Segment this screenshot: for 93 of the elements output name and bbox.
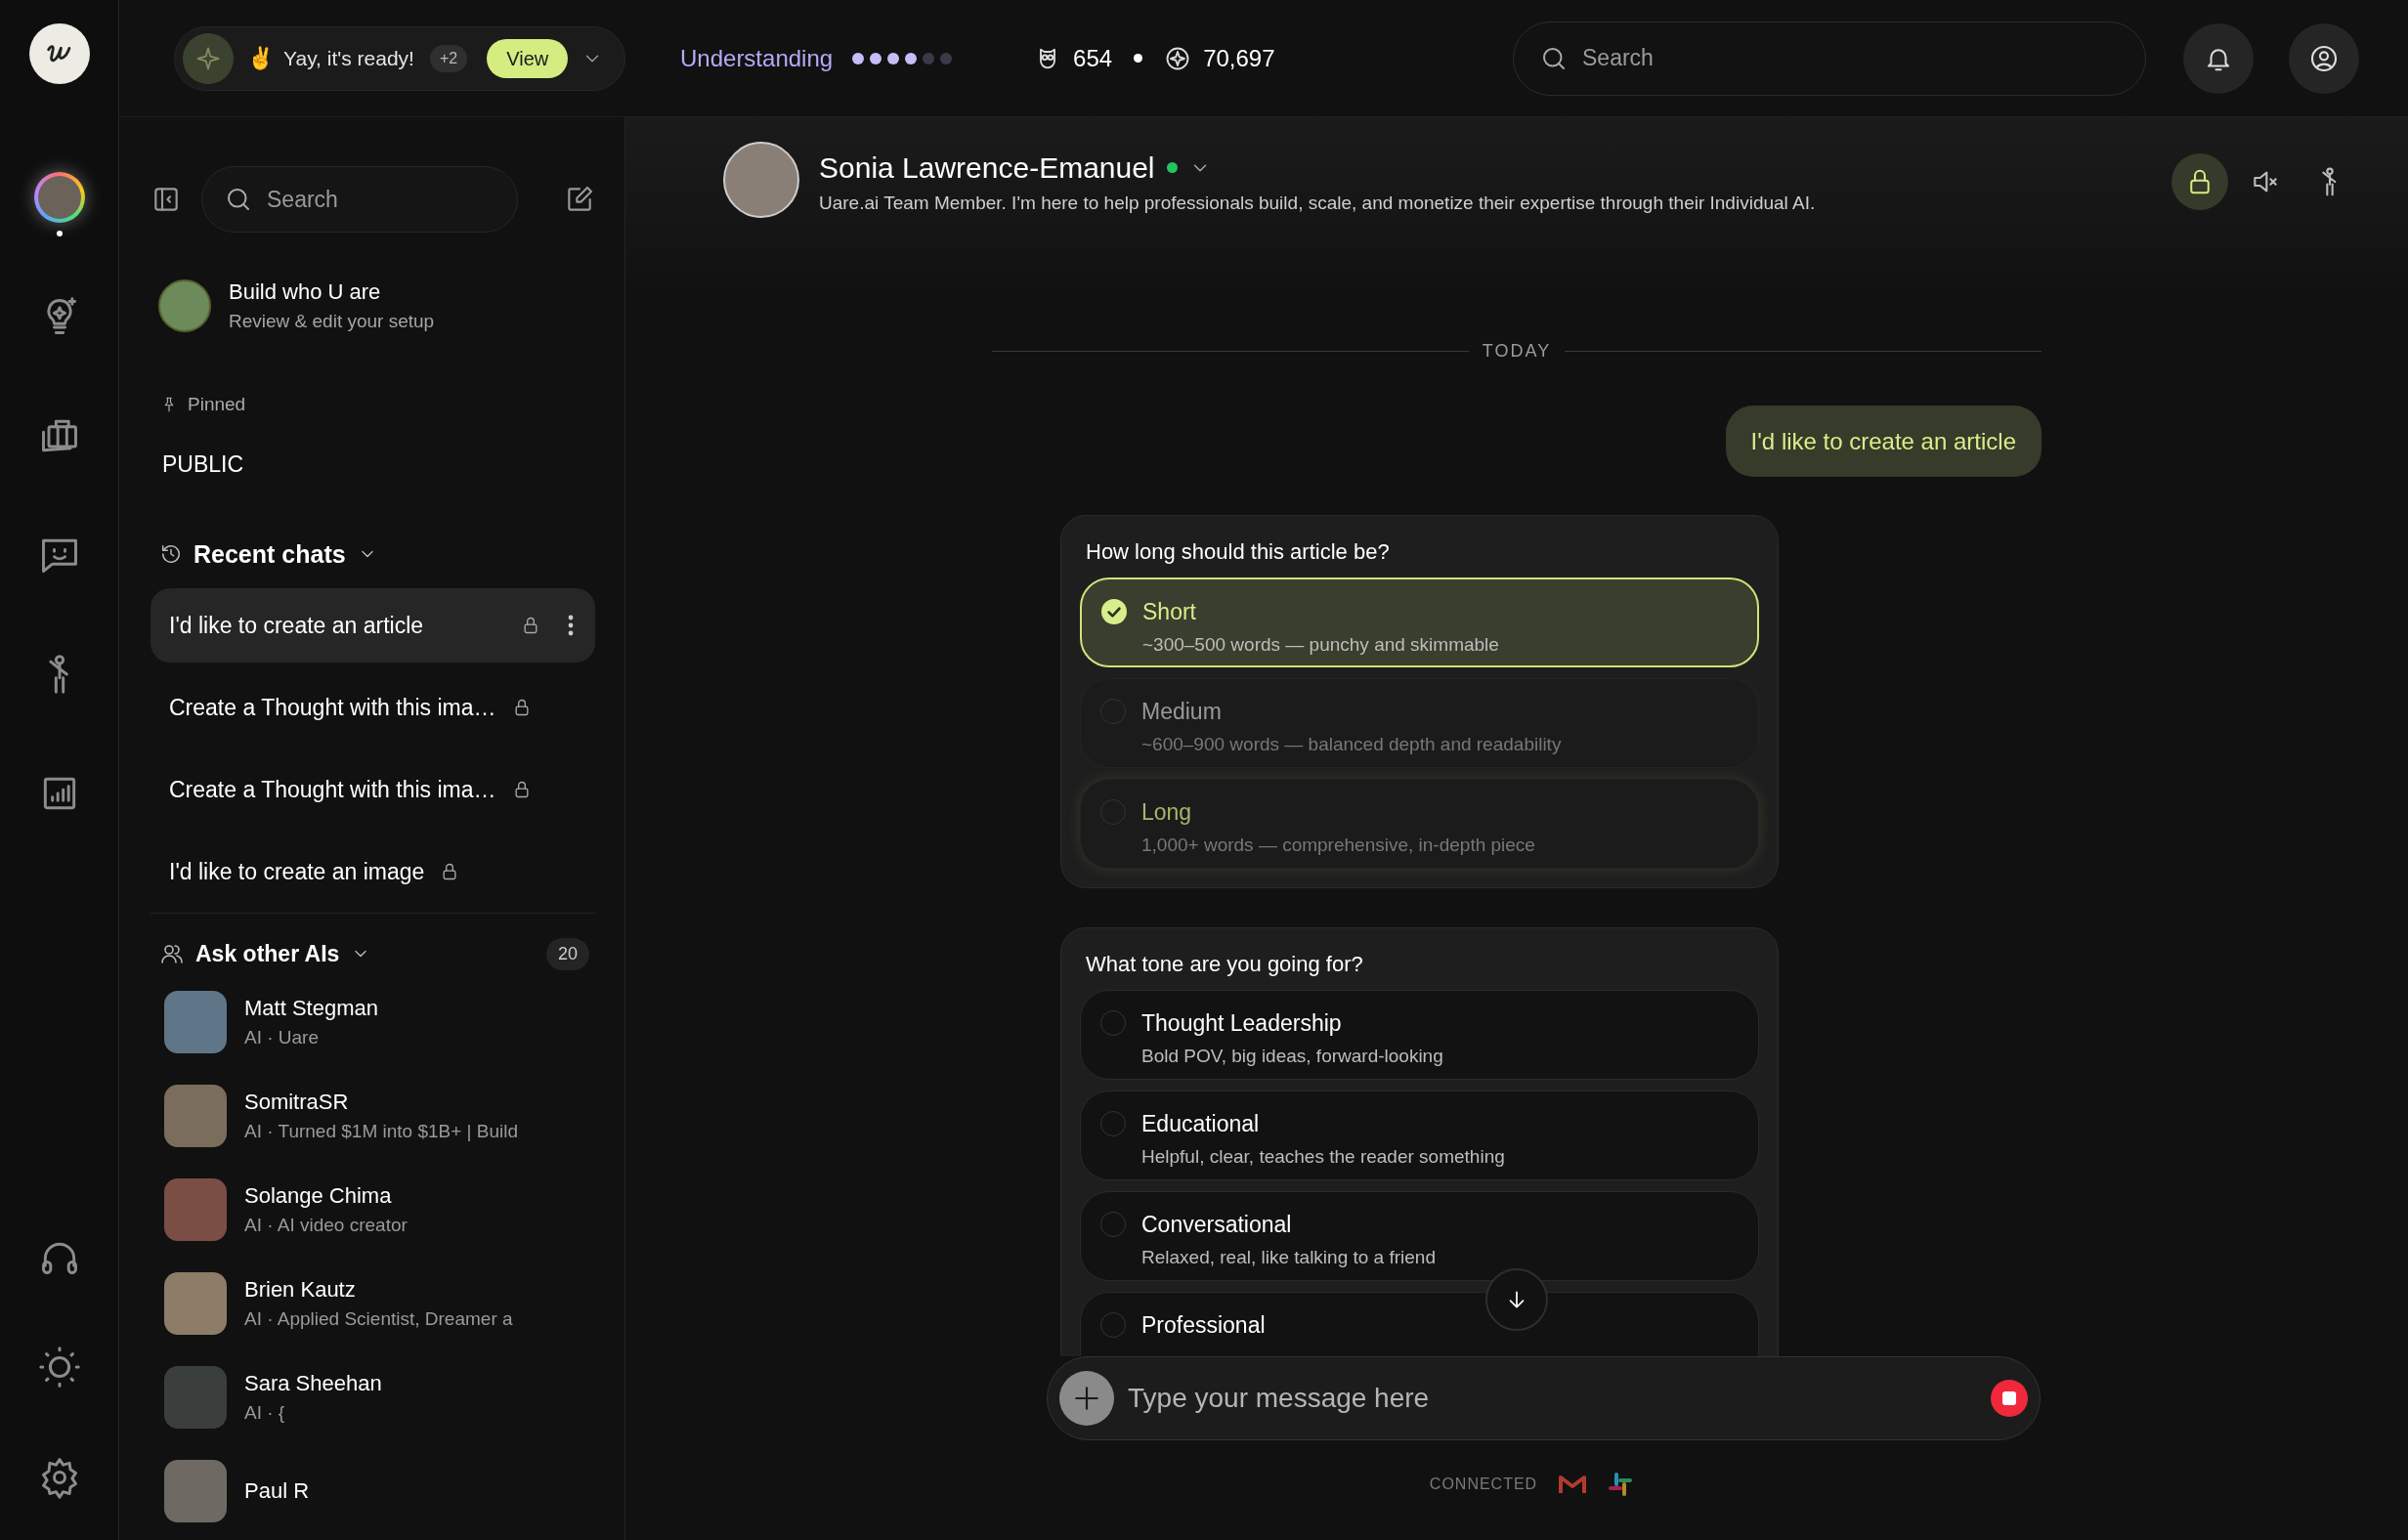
stop-button[interactable] [1991, 1380, 2028, 1417]
question-text: What tone are you going for? [1086, 951, 1364, 978]
avatar-placeholder [164, 990, 227, 1053]
option-label: Educational [1141, 1110, 1261, 1138]
contact-subtitle: AI · Applied Scientist, Dreamer a [244, 1306, 513, 1331]
pinned-label: Pinned [188, 392, 246, 416]
message-composer[interactable]: Type your message here [1047, 1356, 2041, 1440]
avatar-placeholder [164, 1177, 227, 1241]
option-label: Medium [1141, 698, 1223, 726]
theme-button[interactable] [36, 1345, 82, 1390]
answer-option[interactable]: Thought Leadership Bold POV, big ideas, forward-looking [1080, 990, 1759, 1080]
date-divider: TODAY [1482, 340, 1552, 363]
agent-description: Uare.ai Team Member. I'm here to help professionals build, scale, and monetize their expertise through their Individual AI. [819, 192, 1816, 215]
answer-option[interactable]: Medium ~600–900 words — balanced depth and readability [1080, 678, 1759, 768]
chat-title: I'd like to create an image [169, 857, 425, 886]
setup-subtitle: Review & edit your setup [229, 310, 435, 333]
history-icon [160, 543, 182, 566]
option-description: Helpful, clear, teaches the reader something [1141, 1144, 1505, 1169]
sidebar-search-field[interactable]: Search [201, 166, 518, 233]
message-input[interactable]: Type your message here [1128, 1378, 1991, 1419]
stat-value: 70,697 [1203, 43, 1275, 73]
option-label: Short [1142, 598, 1197, 626]
contact-subtitle: AI · { [244, 1400, 286, 1425]
contact-name: Matt Stegman [244, 994, 378, 1022]
chat-title: Create a Thought with this ima… [169, 693, 496, 722]
ai-contact[interactable]: Sara Sheehan AI · { [164, 1365, 595, 1429]
ai-contact[interactable]: SomitraSR AI · Turned $1M into $1B+ | Build [164, 1084, 595, 1147]
profile-avatar[interactable] [33, 172, 85, 223]
stop-icon [2002, 1391, 2016, 1405]
chat-item[interactable]: Create a Thought with this ima… [150, 670, 595, 745]
chat-item[interactable]: Create a Thought with this ima… [150, 752, 595, 827]
search-field[interactable]: Search [1513, 21, 2146, 96]
avatar-placeholder [164, 1365, 227, 1429]
user-message-bubble: I'd like to create an article [1725, 406, 2042, 477]
ai-contact[interactable]: Matt Stegman AI · Uare [164, 990, 595, 1053]
active-indicator [56, 231, 63, 236]
answer-option[interactable]: Conversational Relaxed, real, like talking to a friend [1080, 1191, 1759, 1281]
option-description: 1,000+ words — comprehensive, in-depth piece [1141, 833, 1535, 857]
option-label: Long [1141, 798, 1193, 827]
view-button[interactable]: View [487, 38, 569, 78]
contact-name: Solange Chima [244, 1181, 393, 1210]
stat-value: 654 [1073, 43, 1113, 73]
option-label: Thought Leadership [1141, 1009, 1343, 1038]
sidebar-search-input[interactable]: Search [267, 182, 462, 217]
search-input[interactable]: Search [1582, 41, 2120, 75]
agent-name: Sonia Lawrence-Emanuel [819, 150, 1155, 186]
option-description: ~600–900 words — balanced depth and readability [1141, 732, 1562, 756]
check-circle-icon [1101, 599, 1127, 624]
question-text: How long should this article be? [1086, 538, 1391, 566]
chat-item[interactable]: I'd like to create an image [150, 834, 595, 909]
ai-contact[interactable]: Brien Kautz AI · Applied Scientist, Dreamer a [164, 1271, 595, 1335]
ai-contact[interactable]: Solange Chima AI · AI video creator [164, 1177, 595, 1241]
contact-subtitle: AI · Turned $1M into $1B+ | Build [244, 1119, 519, 1143]
chat-item[interactable]: I'd like to create an article [150, 588, 595, 663]
contact-name: Brien Kautz [244, 1275, 357, 1304]
setup-title[interactable]: Build who U are [229, 276, 435, 308]
mail-logo-icon [1559, 1474, 1587, 1495]
avatar-placeholder [164, 1459, 227, 1522]
ai-contact[interactable]: Paul R [164, 1459, 595, 1522]
answer-option[interactable]: Long 1,000+ words — comprehensive, in-depth piece [1080, 779, 1759, 869]
hash-logo-icon [1608, 1472, 1634, 1497]
option-label: Professional [1141, 1311, 1266, 1340]
contact-subtitle: AI · Uare [244, 1025, 321, 1049]
contact-name: Paul R [244, 1477, 310, 1505]
chat-title: Create a Thought with this ima… [169, 775, 496, 804]
option-description: Bold POV, big ideas, forward-looking [1141, 1044, 1443, 1068]
understanding-label: Understanding [680, 43, 834, 73]
option-label: Conversational [1141, 1211, 1293, 1239]
kebab-icon [568, 615, 574, 636]
notification-emoji: ✌ [247, 45, 274, 72]
option-description: ~300–500 words — punchy and skimmable [1142, 632, 1499, 657]
answer-option[interactable]: Professional [1080, 1292, 1759, 1356]
contact-name: Sara Sheehan [244, 1369, 382, 1397]
sun-icon [36, 1345, 82, 1390]
avatar-placeholder [164, 1271, 227, 1335]
notification-text: Yay, it's ready! [283, 45, 414, 71]
avatar-placeholder [164, 1084, 227, 1147]
contact-subtitle: AI · AI video creator [244, 1213, 408, 1237]
add-button[interactable] [1059, 1371, 1114, 1426]
more-button[interactable] [568, 615, 574, 636]
chat-title: I'd like to create an article [169, 611, 424, 640]
ask-other-ais-heading[interactable]: Ask other AIs [195, 937, 340, 971]
notification-count: +2 [429, 44, 468, 72]
answer-option[interactable]: Short ~300–500 words — punchy and skimmable [1080, 578, 1759, 667]
pinned-item[interactable]: PUBLIC [162, 448, 595, 482]
connected-label: CONNECTED [1429, 1475, 1538, 1494]
count-badge: 20 [545, 937, 589, 970]
recent-chats-heading[interactable]: Recent chats [194, 535, 346, 573]
contact-name: SomitraSR [244, 1088, 350, 1116]
people-icon [160, 942, 184, 966]
answer-option[interactable]: Educational Helpful, clear, teaches the reader something [1080, 1091, 1759, 1180]
option-description: Relaxed, real, like talking to a friend [1141, 1245, 1436, 1269]
setup-photo [158, 278, 211, 332]
